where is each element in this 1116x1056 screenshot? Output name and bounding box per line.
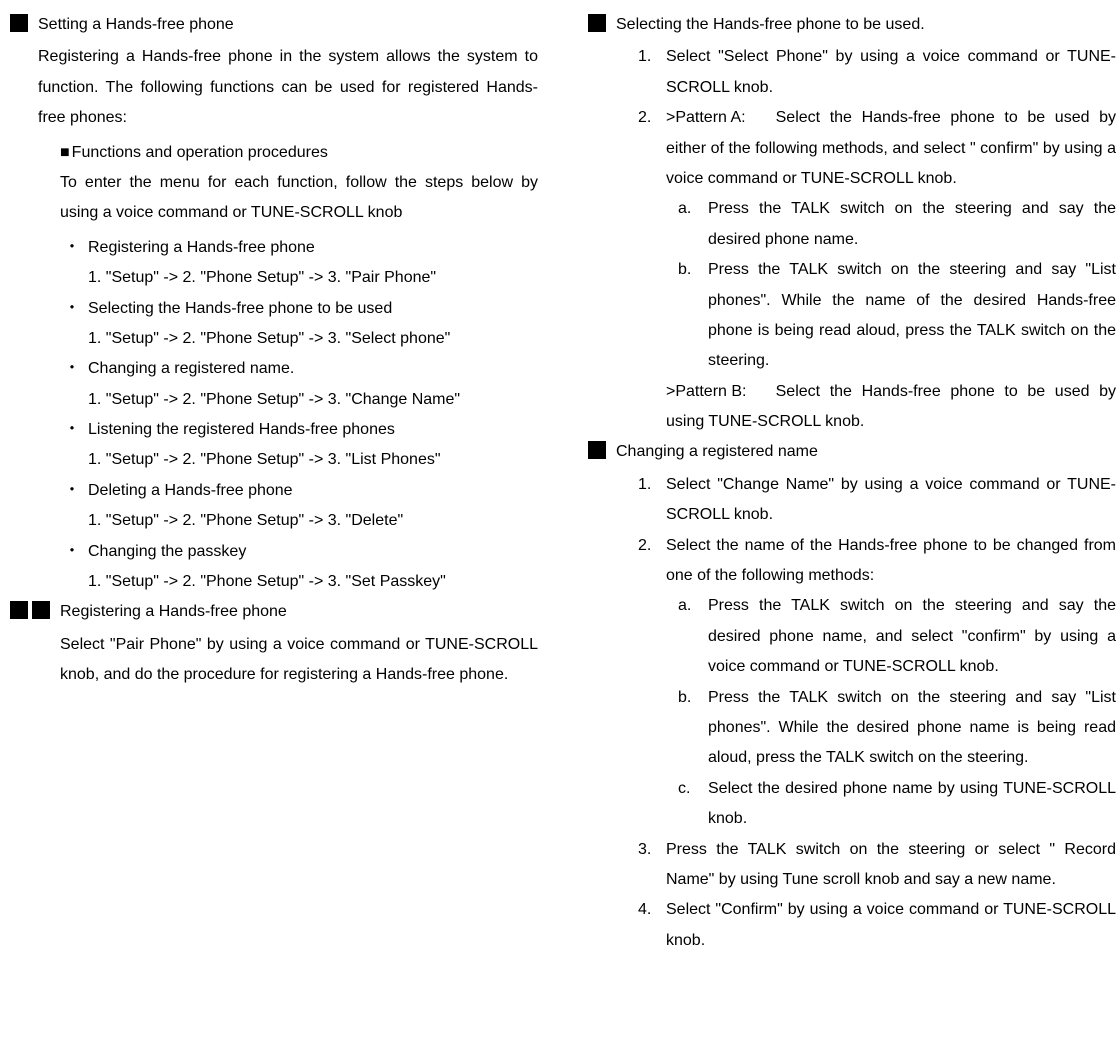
lettered-item: b. Press the TALK switch on the steering…: [588, 683, 1116, 774]
section-title-setting: Setting a Hands-free phone: [10, 10, 538, 40]
step-text: Select "Confirm" by using a voice comman…: [666, 901, 1116, 948]
numbered-item: 1. Select "Select Phone" by using a voic…: [588, 42, 1116, 103]
letter-marker: a.: [678, 194, 691, 224]
bullet-path: 1. "Setup" -> 2. "Phone Setup" -> 3. "Se…: [10, 324, 538, 354]
lettered-item: a. Press the TALK switch on the steering…: [588, 194, 1116, 255]
bullet-path: 1. "Setup" -> 2. "Phone Setup" -> 3. "Ch…: [10, 385, 538, 415]
registering-title-text: Registering a Hands-free phone: [60, 603, 287, 620]
pattern-b-prefix: >Pattern B:: [666, 377, 766, 407]
pattern-b-item: >Pattern B: Select the Hands-free phone …: [588, 377, 1116, 438]
lettered-item: c. Select the desired phone name by usin…: [588, 774, 1116, 835]
numbered-item: 4. Select "Confirm" by using a voice com…: [588, 895, 1116, 956]
document-columns: Setting a Hands-free phone Registering a…: [10, 10, 1116, 956]
letter-marker: a.: [678, 591, 691, 621]
letter-text: Press the TALK switch on the steering an…: [708, 200, 1116, 247]
numbered-item: 2. >Pattern A: Select the Hands-free pho…: [588, 103, 1116, 194]
left-column: Setting a Hands-free phone Registering a…: [10, 10, 538, 956]
section-body: Registering a Hands-free phone in the sy…: [10, 42, 538, 133]
pattern-a-prefix: >Pattern A:: [666, 103, 766, 133]
bullet-item: Registering a Hands-free phone: [10, 233, 538, 263]
step-text: Select "Select Phone" by using a voice c…: [666, 48, 1116, 95]
step-number: 1.: [638, 42, 651, 72]
letter-marker: b.: [678, 255, 691, 285]
letter-text: Press the TALK switch on the steering an…: [708, 261, 1116, 369]
step-number: 4.: [638, 895, 651, 925]
section-title-changing: Changing a registered name: [588, 437, 1116, 467]
section-title-selecting: Selecting the Hands-free phone to be use…: [588, 10, 1116, 40]
letter-text: Select the desired phone name by using T…: [708, 780, 1116, 827]
bullet-path: 1. "Setup" -> 2. "Phone Setup" -> 3. "Pa…: [10, 263, 538, 293]
right-column: Selecting the Hands-free phone to be use…: [588, 10, 1116, 956]
letter-text: Press the TALK switch on the steering an…: [708, 597, 1116, 675]
bullet-item: Changing the passkey: [10, 537, 538, 567]
numbered-item: 3. Press the TALK switch on the steering…: [588, 835, 1116, 896]
letter-marker: b.: [678, 683, 691, 713]
section-body: Select "Pair Phone" by using a voice com…: [10, 630, 538, 691]
bullet-path: 1. "Setup" -> 2. "Phone Setup" -> 3. "De…: [10, 506, 538, 536]
lettered-item: b. Press the TALK switch on the steering…: [588, 255, 1116, 377]
bullet-item: Changing a registered name.: [10, 354, 538, 384]
bullet-path: 1. "Setup" -> 2. "Phone Setup" -> 3. "Li…: [10, 445, 538, 475]
bullet-path: 1. "Setup" -> 2. "Phone Setup" -> 3. "Se…: [10, 567, 538, 597]
step-number: 2.: [638, 103, 651, 133]
numbered-item: 2. Select the name of the Hands-free pho…: [588, 531, 1116, 592]
bullet-item: Listening the registered Hands-free phon…: [10, 415, 538, 445]
bullet-item: Selecting the Hands-free phone to be use…: [10, 294, 538, 324]
step-text: Select the name of the Hands-free phone …: [666, 537, 1116, 584]
sub-heading: Functions and operation procedures: [10, 138, 538, 168]
step-number: 2.: [638, 531, 651, 561]
step-number: 1.: [638, 470, 651, 500]
bullet-item: Deleting a Hands-free phone: [10, 476, 538, 506]
lettered-item: a. Press the TALK switch on the steering…: [588, 591, 1116, 682]
step-text: Select "Change Name" by using a voice co…: [666, 476, 1116, 523]
section-title-registering: Registering a Hands-free phone: [10, 597, 538, 627]
sub-body: To enter the menu for each function, fol…: [10, 168, 538, 229]
step-number: 3.: [638, 835, 651, 865]
letter-marker: c.: [678, 774, 690, 804]
step-text: Press the TALK switch on the steering or…: [666, 841, 1116, 888]
letter-text: Press the TALK switch on the steering an…: [708, 689, 1116, 767]
numbered-item: 1. Select "Change Name" by using a voice…: [588, 470, 1116, 531]
